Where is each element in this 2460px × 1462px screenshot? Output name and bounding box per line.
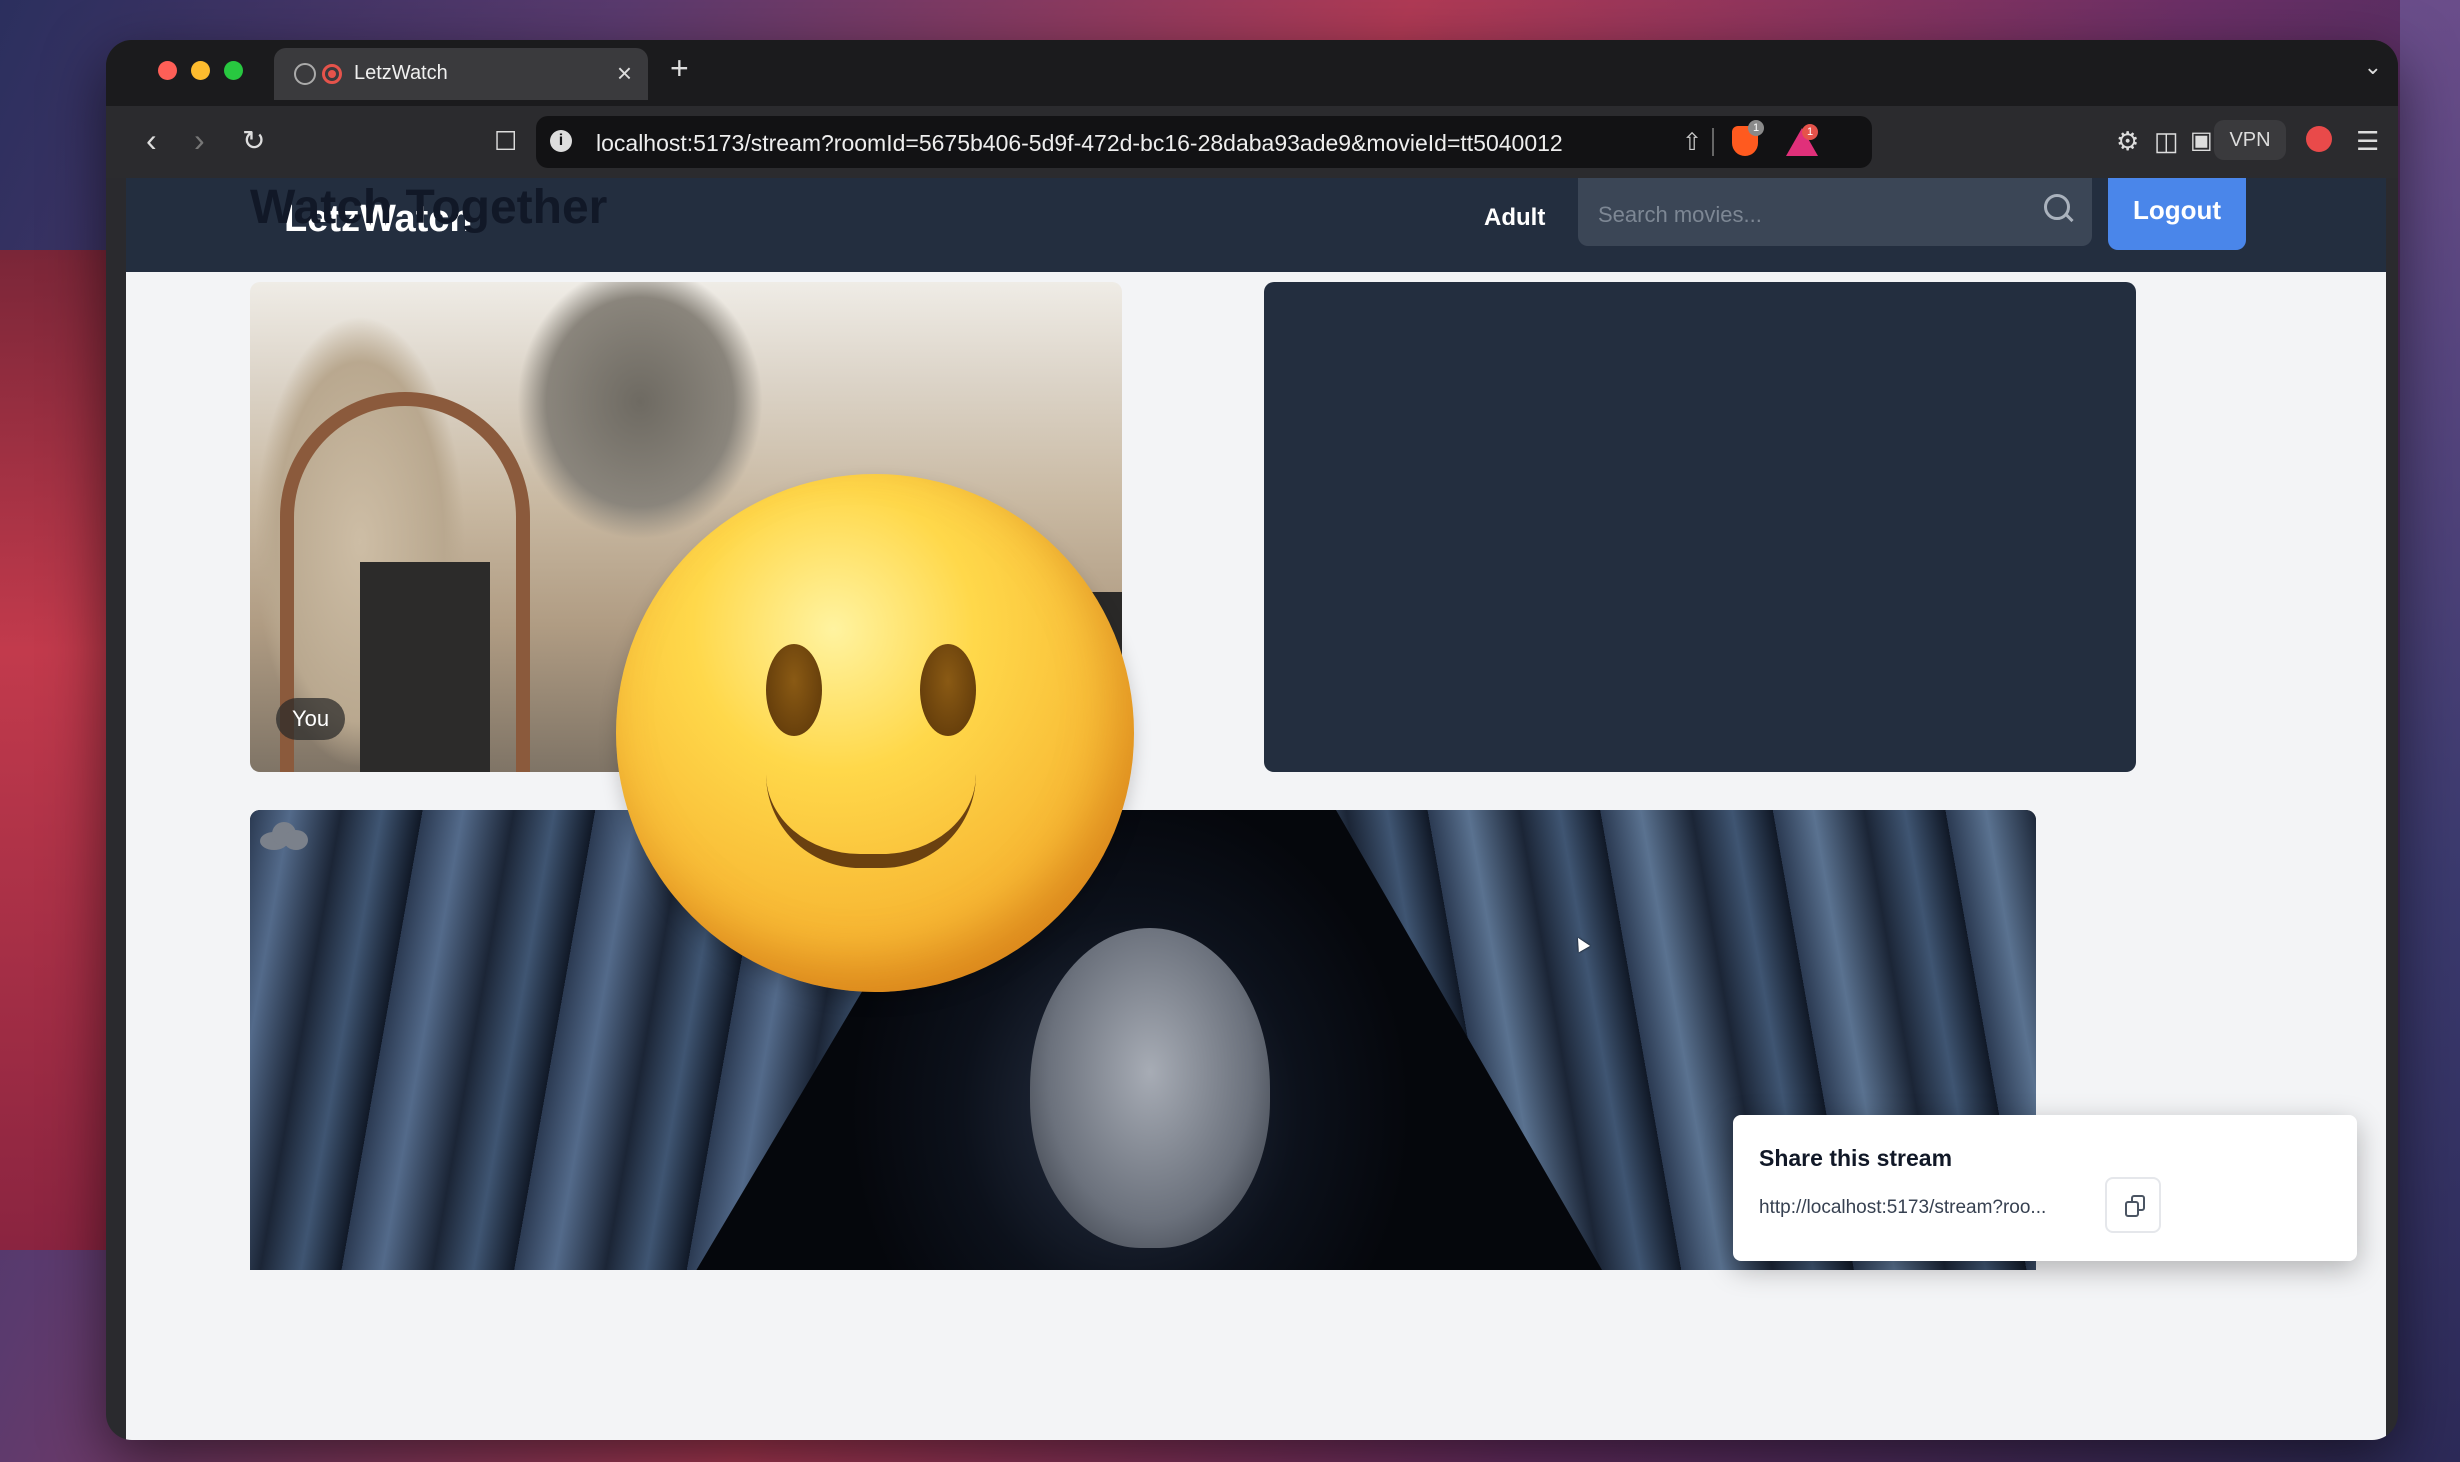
shields-badge: 1 — [1748, 120, 1764, 136]
share-title: Share this stream — [1759, 1145, 1953, 1171]
share-stream-panel: Share this stream http://localhost:5173/… — [1733, 1115, 2357, 1261]
wallet-icon[interactable]: ▣ — [2190, 126, 2213, 155]
back-icon[interactable]: ‹ — [146, 122, 157, 159]
vpn-label: VPN — [2229, 129, 2271, 151]
local-video-label: You — [276, 698, 346, 740]
minimize-window-button[interactable] — [191, 61, 210, 80]
extensions-icon[interactable]: ⚙ — [2116, 126, 2139, 157]
close-tab-button[interactable]: × — [617, 58, 632, 89]
bookmark-icon[interactable]: ☐ — [494, 126, 517, 157]
recording-icon — [322, 64, 342, 84]
brave-shields-icon[interactable]: 1 — [1732, 120, 1764, 156]
menu-icon[interactable]: ☰ — [2356, 126, 2379, 157]
copy-link-button[interactable] — [2105, 1177, 2161, 1233]
remote-video-tile — [1264, 282, 2136, 772]
maximize-window-button[interactable] — [224, 61, 243, 80]
chevron-down-icon[interactable]: ⌄ — [2364, 54, 2382, 80]
globe-icon — [294, 63, 316, 85]
smiley-face-sticker — [616, 474, 1134, 992]
site-info-icon[interactable]: i — [550, 130, 572, 152]
smiley-eye — [766, 644, 822, 736]
sidebar-icon[interactable]: ◫ — [2154, 126, 2179, 157]
page-title: Watch Together — [250, 181, 608, 234]
cloud-icon — [260, 820, 308, 850]
tab-letzwatch[interactable]: LetzWatch × — [274, 48, 648, 100]
rewards-badge: 1 — [1802, 124, 1818, 140]
nav-adult-link[interactable]: Adult — [1484, 204, 1545, 232]
search-icon[interactable] — [2044, 194, 2070, 220]
profile-icon[interactable] — [2306, 126, 2332, 152]
desktop-background-right — [2400, 0, 2460, 1462]
movie-frame-content — [1030, 928, 1270, 1248]
divider — [1712, 128, 1714, 156]
vpn-button[interactable]: VPN — [2214, 120, 2286, 160]
close-window-button[interactable] — [158, 61, 177, 80]
address-bar[interactable]: i localhost:5173/stream?roomId=5675b406-… — [536, 116, 1872, 168]
window-controls — [158, 61, 243, 80]
forward-icon[interactable]: › — [194, 122, 205, 159]
search-placeholder: Search movies... — [1598, 202, 1762, 227]
copy-icon — [2125, 1195, 2147, 1219]
new-tab-button[interactable]: + — [670, 50, 689, 87]
tab-title: LetzWatch — [354, 62, 448, 84]
share-icon[interactable]: ⇧ — [1682, 128, 1702, 157]
brave-rewards-icon[interactable]: 1 — [1786, 124, 1818, 156]
smiley-eye — [920, 644, 976, 736]
tab-bar: LetzWatch × + ⌄ — [106, 40, 2398, 106]
share-url[interactable]: http://localhost:5173/stream?roo... — [1759, 1197, 2046, 1219]
video-frame-content — [360, 562, 490, 772]
url-text: localhost:5173/stream?roomId=5675b406-5d… — [596, 130, 1563, 156]
search-input[interactable]: Search movies... — [1578, 178, 2092, 246]
smiley-mouth — [766, 774, 976, 868]
desktop-background-left — [0, 250, 110, 1250]
browser-toolbar: ‹ › ↻ ☐ i localhost:5173/stream?roomId=5… — [106, 106, 2398, 178]
logout-button[interactable]: Logout — [2108, 178, 2246, 250]
reload-icon[interactable]: ↻ — [242, 124, 265, 157]
